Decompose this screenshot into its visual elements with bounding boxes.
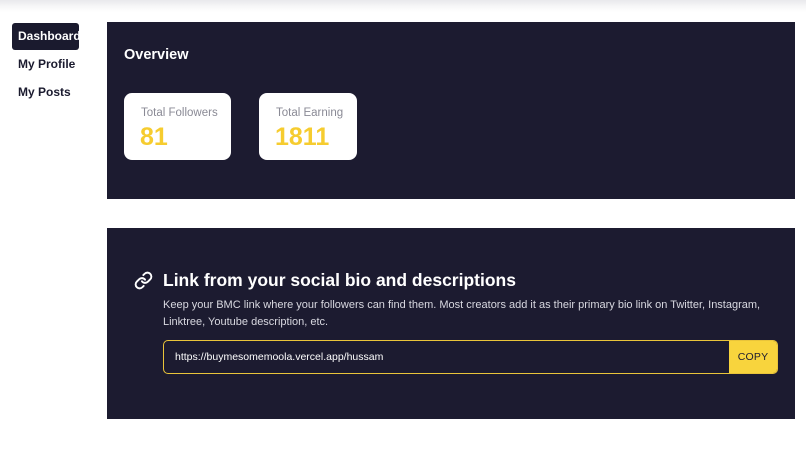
copy-button[interactable]: COPY <box>729 341 777 373</box>
link-icon <box>134 271 153 290</box>
sidebar: Dashboard My Profile My Posts <box>12 23 82 107</box>
sidebar-item-my-posts[interactable]: My Posts <box>12 79 82 106</box>
total-followers-label: Total Followers <box>141 107 218 119</box>
bio-link-title: Link from your social bio and descriptio… <box>163 270 516 290</box>
sidebar-item-dashboard[interactable]: Dashboard <box>12 23 81 50</box>
overview-title: Overview <box>124 47 189 63</box>
total-followers-value: 81 <box>140 123 168 151</box>
total-earning-card: Total Earning 1811 <box>259 93 357 160</box>
total-earning-value: 1811 <box>275 123 330 151</box>
bio-link-url-input[interactable] <box>164 341 729 373</box>
url-field-group: COPY <box>163 340 778 374</box>
bio-link-panel: Link from your social bio and descriptio… <box>107 228 795 419</box>
total-earning-label: Total Earning <box>276 107 344 119</box>
bio-link-description: Keep your BMC link where your followers … <box>163 299 761 328</box>
overview-panel: Overview Total Followers 81 Total Earnin… <box>107 22 795 199</box>
sidebar-item-my-profile[interactable]: My Profile <box>12 51 82 78</box>
total-followers-card: Total Followers 81 <box>124 93 231 160</box>
top-shadow <box>0 0 806 12</box>
